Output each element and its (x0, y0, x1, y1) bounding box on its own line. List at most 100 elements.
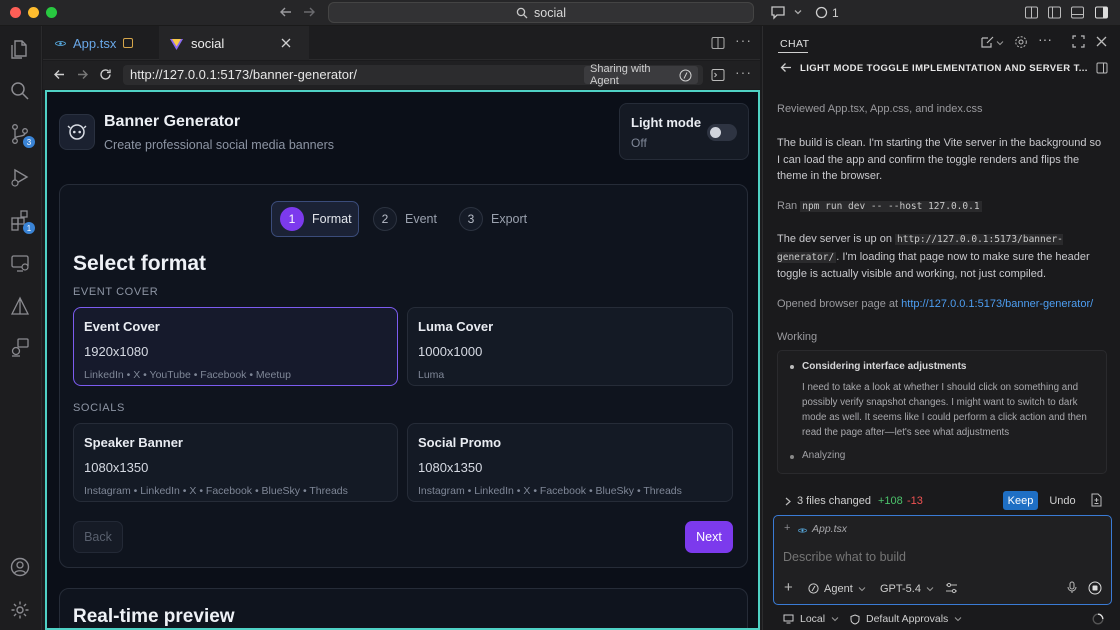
run-debug-icon[interactable] (9, 166, 33, 190)
back-button[interactable]: Back (73, 521, 123, 553)
sharing-with-agent-badge[interactable]: Sharing with Agent (584, 63, 698, 87)
stop-generation-button[interactable] (1088, 581, 1102, 595)
explorer-icon[interactable] (9, 38, 33, 62)
window-titlebar: social 1 (0, 0, 1120, 26)
step-format[interactable]: 1 Format (271, 201, 359, 237)
session-panel-icon[interactable] (1096, 62, 1108, 74)
opened-link[interactable]: http://127.0.0.1:5173/banner-generator/ (901, 298, 1093, 310)
model-select[interactable]: GPT-5.4 (880, 581, 934, 596)
model-label: GPT-5.4 (880, 582, 921, 595)
tools-sliders-icon[interactable] (945, 582, 958, 594)
thinking-block: Considering interface adjustments I need… (777, 350, 1107, 474)
toggle-secondary-sidebar-icon[interactable] (1094, 5, 1109, 20)
step-number: 1 (280, 207, 304, 231)
browser-forward-icon[interactable] (76, 68, 89, 81)
context-attachment[interactable]: App.tsx (812, 523, 847, 535)
preview-heading: Real-time preview (73, 606, 235, 627)
account-icon[interactable] (9, 556, 33, 580)
toggle-sidebar-icon[interactable] (1047, 5, 1062, 20)
format-size: 1920x1080 (84, 344, 149, 359)
keep-button[interactable]: Keep (1003, 491, 1038, 510)
minimize-window-button[interactable] (28, 7, 39, 18)
chevron-down-icon (954, 615, 962, 623)
chevron-down-icon[interactable] (793, 7, 803, 17)
light-mode-toggle[interactable] (707, 124, 737, 141)
split-editor-icon[interactable] (711, 36, 725, 50)
add-icon[interactable]: + (784, 580, 793, 595)
next-button[interactable]: Next (685, 521, 733, 553)
settings-gear-icon[interactable] (9, 599, 33, 623)
agent-icon (808, 583, 819, 594)
close-panel-icon[interactable] (1096, 36, 1107, 47)
terminal-icon[interactable] (711, 68, 725, 82)
ran-line: Ran npm run dev -- --host 127.0.0.1 (777, 198, 1107, 216)
reviewed-prefix: Reviewed (777, 103, 826, 115)
format-title: Luma Cover (418, 319, 494, 334)
chevron-down-icon[interactable] (996, 39, 1004, 47)
sync-status[interactable]: 1 (815, 4, 839, 21)
deploy-icon[interactable] (9, 295, 33, 319)
close-tab-icon[interactable] (281, 38, 291, 48)
back-arrow-icon[interactable] (780, 62, 792, 73)
close-window-button[interactable] (10, 7, 21, 18)
toggle-knob (710, 127, 721, 138)
format-title: Social Promo (418, 435, 502, 450)
format-option-event-cover[interactable]: Event Cover 1920x1080 LinkedIn • X • You… (73, 307, 398, 386)
tab-social[interactable]: social (159, 26, 309, 60)
browser-viewport: Banner Generator Create professional soc… (45, 90, 760, 630)
chat-tab[interactable]: CHAT (780, 38, 809, 50)
add-context-icon[interactable]: + (784, 522, 790, 534)
chat-prompt-input[interactable] (783, 547, 1101, 567)
layout-icon[interactable] (1024, 5, 1039, 20)
format-platforms: Instagram • LinkedIn • X • Facebook • Bl… (84, 485, 348, 497)
microphone-icon[interactable] (1067, 581, 1077, 594)
local-select[interactable]: Local (783, 612, 839, 626)
toggle-panel-icon[interactable] (1070, 5, 1085, 20)
tab-app-tsx[interactable]: App.tsx (43, 26, 159, 60)
back-arrow-icon[interactable] (279, 5, 293, 19)
approvals-select[interactable]: Default Approvals (850, 612, 962, 626)
app-subtitle: Create professional social media banners (104, 138, 334, 152)
format-option-social-promo[interactable]: Social Promo 1080x1350 Instagram • Linke… (407, 423, 733, 502)
remote-connection-icon[interactable] (9, 336, 33, 360)
review-changes-icon[interactable] (1090, 493, 1102, 507)
approvals-label: Default Approvals (866, 613, 949, 625)
chevron-down-icon (858, 585, 866, 593)
thought-body: I need to take a look at whether I shoul… (802, 382, 1087, 438)
remote-explorer-icon[interactable] (9, 252, 33, 276)
chat-session-title: LIGHT MODE TOGGLE IMPLEMENTATION AND SER… (800, 63, 1088, 74)
maximize-panel-icon[interactable] (1072, 35, 1085, 48)
chat-toggle-icon[interactable] (770, 5, 786, 20)
maximize-window-button[interactable] (46, 7, 57, 18)
format-size: 1080x1350 (418, 460, 483, 475)
step-event[interactable]: 2 Event (373, 201, 437, 237)
chat-panel: CHAT ··· LIGHT MODE TOGGLE IMPLEMENTATIO… (762, 26, 1120, 630)
forward-arrow-icon[interactable] (302, 5, 316, 19)
browser-back-icon[interactable] (53, 68, 66, 81)
step-label: Event (405, 212, 437, 226)
message-paragraph-2: The dev server is up on http://127.0.0.1… (777, 231, 1107, 283)
opened-prefix: Opened browser page at (777, 298, 899, 310)
chat-more-icon[interactable]: ··· (1038, 31, 1052, 47)
tab-label: social (191, 35, 225, 51)
undo-button[interactable]: Undo (1045, 491, 1080, 510)
browser-more-icon[interactable]: ··· (735, 64, 752, 80)
more-actions-icon[interactable]: ··· (735, 32, 752, 48)
files-changed-label[interactable]: 3 files changed (797, 495, 871, 507)
new-chat-icon[interactable] (980, 35, 995, 49)
format-platforms: Instagram • LinkedIn • X • Facebook • Bl… (418, 485, 682, 497)
agent-label: Agent (824, 582, 853, 595)
chat-settings-gear-icon[interactable] (1014, 35, 1028, 49)
active-tab-indicator (778, 52, 808, 53)
chevron-right-icon[interactable] (784, 497, 792, 506)
search-icon[interactable] (9, 80, 33, 104)
source-control-icon[interactable]: 3 (9, 123, 35, 148)
bullet-icon (790, 365, 794, 369)
agent-mode-select[interactable]: Agent (808, 581, 866, 596)
format-option-speaker-banner[interactable]: Speaker Banner 1080x1350 Instagram • Lin… (73, 423, 398, 502)
extensions-icon[interactable]: 1 (9, 209, 35, 234)
reload-icon[interactable] (99, 68, 112, 81)
step-export[interactable]: 3 Export (459, 201, 527, 237)
format-option-luma-cover[interactable]: Luma Cover 1000x1000 Luma (407, 307, 733, 386)
command-search-box[interactable]: social (328, 2, 754, 23)
